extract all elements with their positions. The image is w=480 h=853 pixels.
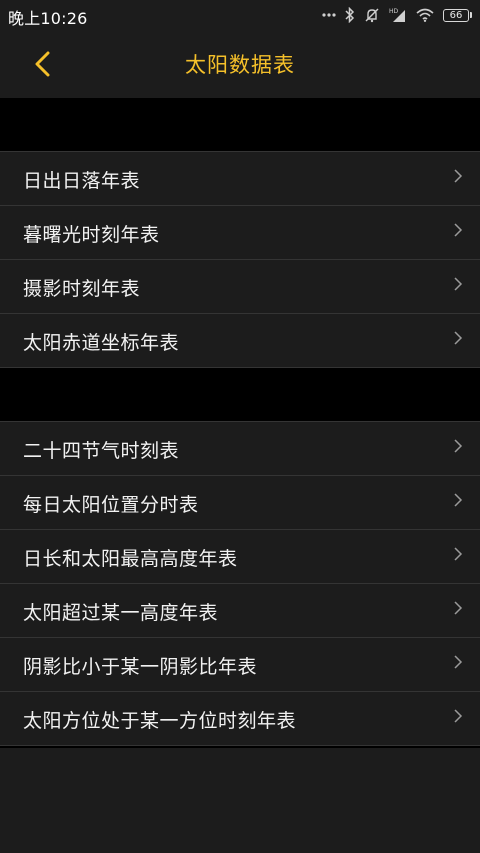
wifi-icon [416, 8, 434, 22]
list-item-above-altitude[interactable]: 太阳超过某一高度年表 [0, 583, 480, 637]
list-item-label: 每日太阳位置分时表 [23, 494, 199, 516]
chevron-right-icon [454, 655, 463, 669]
list-background [0, 748, 480, 853]
list-item-shadow-ratio[interactable]: 阴影比小于某一阴影比年表 [0, 637, 480, 691]
list-item-label: 太阳方位处于某一方位时刻年表 [23, 710, 297, 732]
header: 太阳数据表 [0, 30, 480, 98]
chevron-right-icon [454, 439, 463, 453]
group-spacer [0, 98, 480, 151]
list-item-label: 二十四节气时刻表 [23, 440, 180, 462]
list-item-solar-terms[interactable]: 二十四节气时刻表 [0, 421, 480, 475]
list-group-2: 二十四节气时刻表 每日太阳位置分时表 日长和太阳最高高度年表 太阳超过某一高度年… [0, 421, 480, 746]
list-item-twilight[interactable]: 暮曙光时刻年表 [0, 205, 480, 259]
list-item-label: 太阳赤道坐标年表 [23, 332, 180, 354]
chevron-right-icon [454, 331, 463, 345]
chevron-right-icon [454, 493, 463, 507]
status-icons: HD 66 [322, 4, 472, 26]
hd-signal-icon: HD [389, 7, 407, 23]
list-item-label: 阴影比小于某一阴影比年表 [23, 656, 258, 678]
bluetooth-icon [345, 7, 355, 23]
content: 日出日落年表 暮曙光时刻年表 摄影时刻年表 太阳赤道坐标年表 二十四节气时刻表 … [0, 98, 480, 853]
list-item-label: 日出日落年表 [23, 170, 141, 192]
list-item-label: 太阳超过某一高度年表 [23, 602, 219, 624]
list-group-1: 日出日落年表 暮曙光时刻年表 摄影时刻年表 太阳赤道坐标年表 [0, 151, 480, 368]
page-title: 太阳数据表 [185, 53, 295, 77]
dots-icon [322, 12, 336, 18]
list-item-daily-position[interactable]: 每日太阳位置分时表 [0, 475, 480, 529]
chevron-right-icon [454, 223, 463, 237]
list-item-azimuth[interactable]: 太阳方位处于某一方位时刻年表 [0, 691, 480, 746]
chevron-right-icon [454, 169, 463, 183]
status-bar: 晚上10:26 HD 66 [0, 0, 480, 30]
chevron-right-icon [454, 547, 463, 561]
svg-text:HD: HD [389, 8, 399, 15]
list-item-label: 摄影时刻年表 [23, 278, 141, 300]
chevron-right-icon [454, 601, 463, 615]
chevron-right-icon [454, 277, 463, 291]
list-item-day-length[interactable]: 日长和太阳最高高度年表 [0, 529, 480, 583]
group-spacer [0, 368, 480, 421]
list-item-label: 暮曙光时刻年表 [23, 224, 160, 246]
battery-icon: 66 [443, 8, 472, 22]
list-item-equatorial-coords[interactable]: 太阳赤道坐标年表 [0, 313, 480, 368]
status-time: 晚上10:26 [8, 9, 88, 28]
list-item-photography[interactable]: 摄影时刻年表 [0, 259, 480, 313]
list-item-label: 日长和太阳最高高度年表 [23, 548, 238, 570]
mute-icon [364, 7, 380, 23]
battery-level: 66 [443, 8, 469, 22]
list-item-sunrise-sunset[interactable]: 日出日落年表 [0, 151, 480, 205]
chevron-right-icon [454, 709, 463, 723]
